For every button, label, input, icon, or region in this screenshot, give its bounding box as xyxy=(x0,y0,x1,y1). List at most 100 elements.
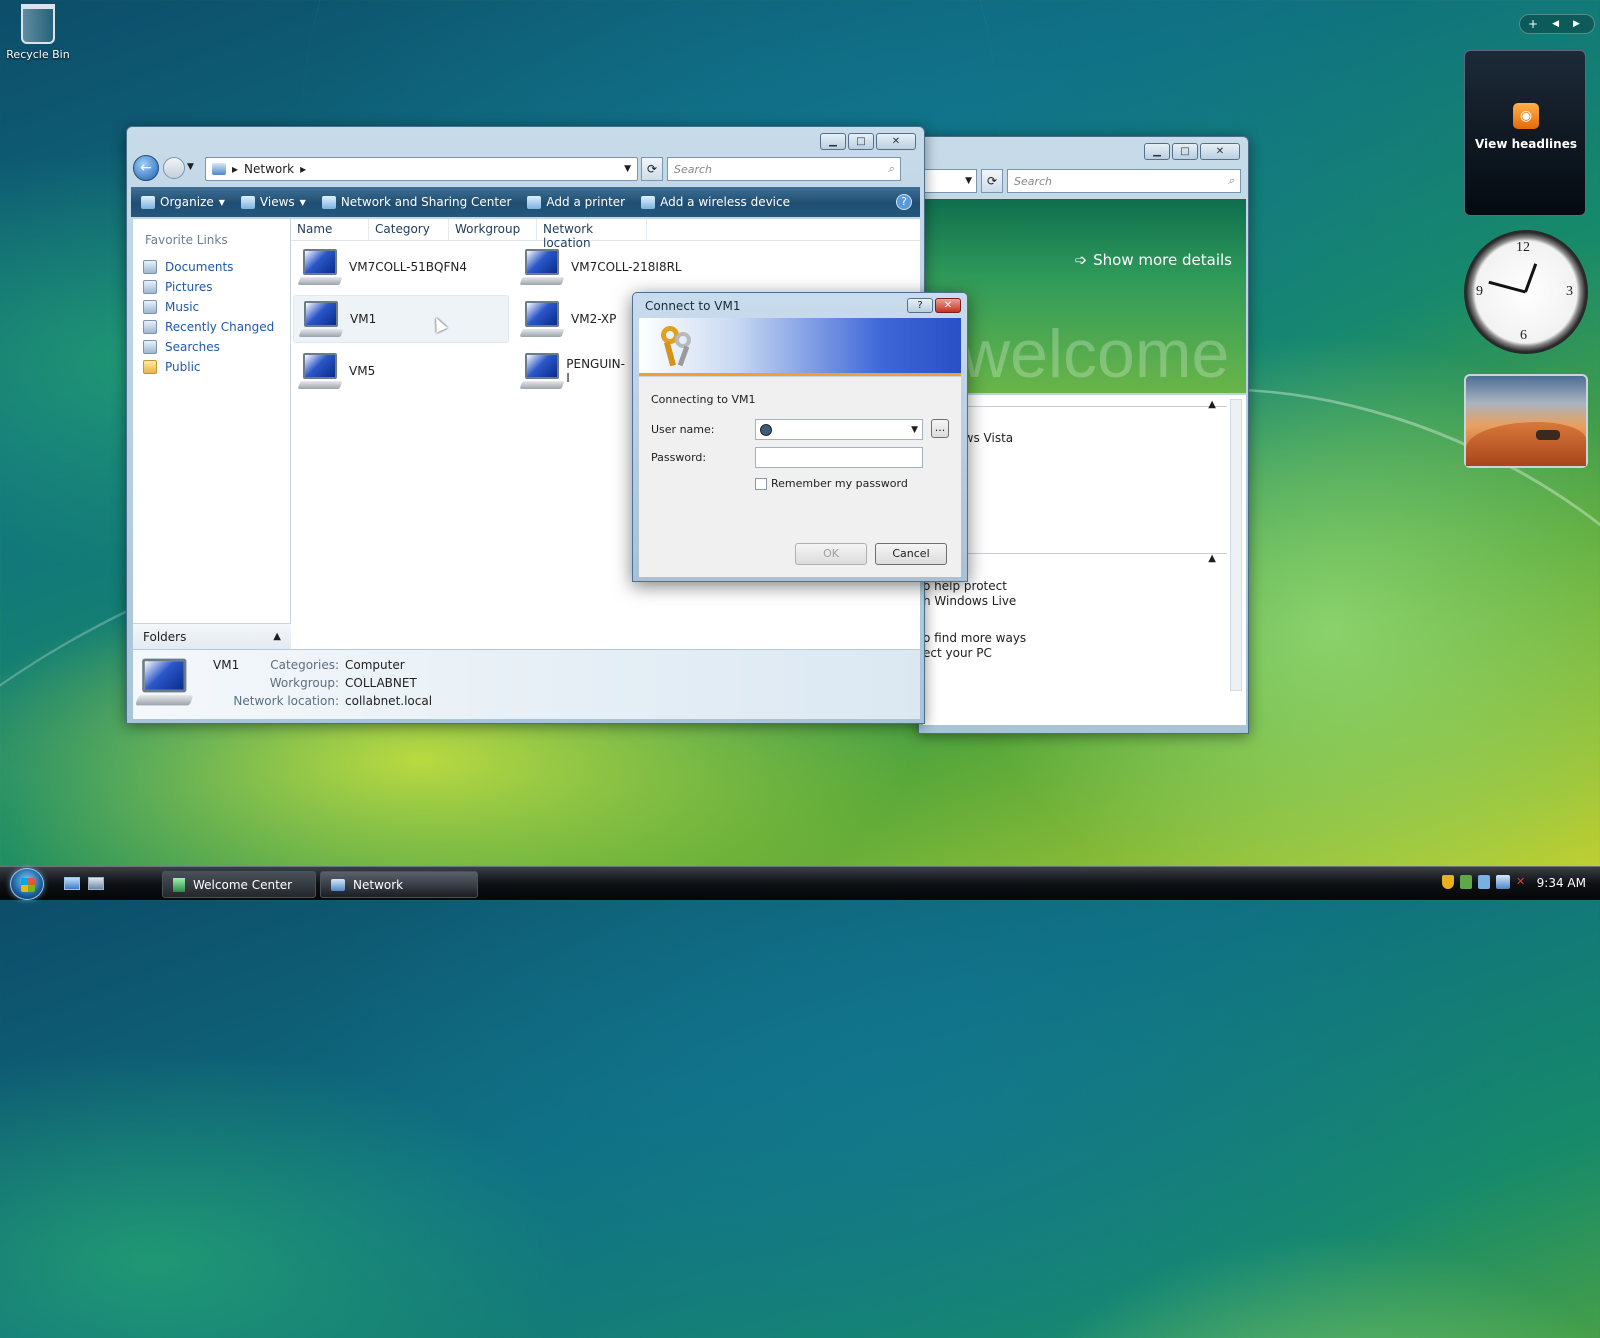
browse-button[interactable]: ... xyxy=(931,419,949,438)
address-dropdown[interactable]: ▼ xyxy=(923,169,977,193)
nav-item-documents[interactable]: Documents xyxy=(133,257,290,277)
add-printer-button[interactable]: Add a printer xyxy=(527,195,625,209)
history-dropdown-icon[interactable]: ▼ xyxy=(187,162,194,172)
wireless-device-icon xyxy=(641,195,656,209)
computer-item[interactable]: PENGUIN-I xyxy=(515,347,625,395)
views-menu[interactable]: Views ▼ xyxy=(240,195,306,209)
slideshow-gadget[interactable] xyxy=(1464,374,1588,468)
forward-button[interactable] xyxy=(163,157,185,179)
security-icon[interactable] xyxy=(1460,875,1472,889)
view-headlines-label[interactable]: View headlines xyxy=(1465,137,1587,151)
vertical-scrollbar[interactable] xyxy=(1230,399,1242,691)
close-button[interactable]: ✕ xyxy=(935,298,961,313)
computer-item[interactable]: VM7COLL-51BQFN4 xyxy=(293,243,509,291)
printer-icon xyxy=(527,195,542,209)
system-tray: ✕ xyxy=(1442,875,1530,889)
dialog-body: Connecting to VM1 User name: ▼ ... Passw… xyxy=(639,377,961,577)
music-icon xyxy=(143,300,157,314)
close-button[interactable]: ✕ xyxy=(876,133,916,150)
nav-item-recently-changed[interactable]: Recently Changed xyxy=(133,317,290,337)
folders-toggle[interactable]: Folders ▲ xyxy=(133,623,291,649)
refresh-icon[interactable]: ⟳ xyxy=(981,169,1003,193)
searches-icon xyxy=(143,340,157,354)
network-icon xyxy=(331,878,345,891)
computer-item[interactable]: VM2-XP xyxy=(515,295,625,343)
add-wireless-device-button[interactable]: Add a wireless device xyxy=(641,195,790,209)
chevron-down-icon[interactable]: ▼ xyxy=(911,425,918,435)
documents-icon xyxy=(143,260,157,274)
address-bar[interactable]: ▸ Network ▸ ▼ xyxy=(205,157,638,181)
nav-item-pictures[interactable]: Pictures xyxy=(133,277,290,297)
connect-dialog[interactable]: Connect to VM1 ? ✕ Connecting to VM1 Use… xyxy=(632,292,968,582)
computer-icon xyxy=(297,247,343,287)
network-status-icon[interactable] xyxy=(1496,875,1510,889)
organize-menu[interactable]: Organize ▼ xyxy=(141,195,225,209)
organize-icon xyxy=(141,195,155,209)
column-name[interactable]: Name xyxy=(291,219,369,240)
computer-item[interactable]: VM5 xyxy=(293,347,509,395)
chevron-up-icon: ▲ xyxy=(273,631,281,642)
previous-icon[interactable]: ◀ xyxy=(1552,19,1559,29)
pictures-icon xyxy=(143,280,157,294)
cancel-button[interactable]: Cancel xyxy=(875,543,947,565)
computer-icon xyxy=(134,656,194,708)
show-desktop-icon[interactable] xyxy=(64,877,80,890)
ok-button[interactable]: OK xyxy=(795,543,867,565)
switch-windows-icon[interactable] xyxy=(88,877,104,890)
welcome-watermark: welcome xyxy=(961,316,1230,392)
maximize-button[interactable]: □ xyxy=(848,133,874,150)
connecting-text: Connecting to VM1 xyxy=(651,393,756,406)
navigation-pane: Favorite Links Documents Pictures Music … xyxy=(133,219,291,631)
nav-item-public[interactable]: Public xyxy=(133,357,290,377)
computer-icon xyxy=(298,299,344,339)
refresh-icon[interactable]: ⟳ xyxy=(641,157,663,181)
keys-icon xyxy=(657,324,697,370)
nav-item-searches[interactable]: Searches xyxy=(133,337,290,357)
username-field[interactable]: ▼ xyxy=(755,419,923,440)
maximize-button[interactable]: □ xyxy=(1172,143,1198,160)
column-category[interactable]: Category xyxy=(369,219,449,240)
add-gadget-icon[interactable]: + xyxy=(1528,17,1538,31)
close-button[interactable]: ✕ xyxy=(1200,143,1240,160)
password-field[interactable] xyxy=(755,447,923,468)
search-input[interactable]: Search ⌕ xyxy=(1007,169,1241,193)
search-input[interactable]: Search ⌕ xyxy=(667,157,901,181)
minimize-button[interactable]: ▁ xyxy=(820,133,846,150)
remember-password-checkbox[interactable]: Remember my password xyxy=(755,477,908,490)
volume-muted-icon[interactable]: ✕ xyxy=(1516,875,1530,889)
checkbox[interactable] xyxy=(755,477,767,490)
search-icon: ⌕ xyxy=(1227,174,1234,187)
address-dropdown-icon[interactable]: ▼ xyxy=(624,164,631,174)
welcome-banner: ➩ Show more details welcome xyxy=(923,199,1246,393)
breadcrumb[interactable]: Network xyxy=(244,162,294,176)
column-network-location[interactable]: Network location xyxy=(537,219,647,250)
collapse-icon[interactable]: ▲ xyxy=(1208,553,1216,564)
task-welcome-center[interactable]: Welcome Center xyxy=(162,871,316,898)
collapse-icon[interactable]: ▲ xyxy=(1208,399,1216,410)
next-icon[interactable]: ▶ xyxy=(1573,19,1580,29)
clock[interactable]: 9:34 AM xyxy=(1537,876,1586,890)
column-header-row: Name Category Workgroup Network location xyxy=(291,219,920,250)
show-more-details-link[interactable]: ➩ Show more details xyxy=(1075,251,1232,269)
task-network[interactable]: Network xyxy=(320,871,478,898)
minimize-button[interactable]: ▁ xyxy=(1144,143,1170,160)
start-button[interactable] xyxy=(10,868,44,900)
nav-item-music[interactable]: Music xyxy=(133,297,290,317)
back-button[interactable]: ← xyxy=(133,155,159,181)
tray-app-icon[interactable] xyxy=(1478,875,1490,889)
shield-icon[interactable] xyxy=(1442,875,1454,889)
network-sharing-center-button[interactable]: Network and Sharing Center xyxy=(321,195,511,209)
column-workgroup[interactable]: Workgroup xyxy=(449,219,537,240)
recently-changed-icon xyxy=(143,320,157,334)
command-toolbar: Organize ▼ Views ▼ Network and Sharing Cen… xyxy=(131,187,920,217)
help-icon[interactable]: ? xyxy=(896,194,912,210)
computer-item[interactable]: VM7COLL-218I8RL xyxy=(515,243,731,291)
recycle-bin-icon[interactable]: Recycle Bin xyxy=(6,4,70,61)
clock-gadget: 12 3 6 9 xyxy=(1464,230,1588,354)
feed-headlines-gadget[interactable]: ◉ View headlines xyxy=(1464,50,1586,216)
network-center-icon xyxy=(321,195,336,209)
details-pane: VM1 Categories: Computer Workgroup: COLL… xyxy=(133,649,920,719)
favorite-links-title: Favorite Links xyxy=(145,233,228,247)
computer-item[interactable]: VM1 xyxy=(293,295,509,343)
help-button[interactable]: ? xyxy=(907,298,933,313)
